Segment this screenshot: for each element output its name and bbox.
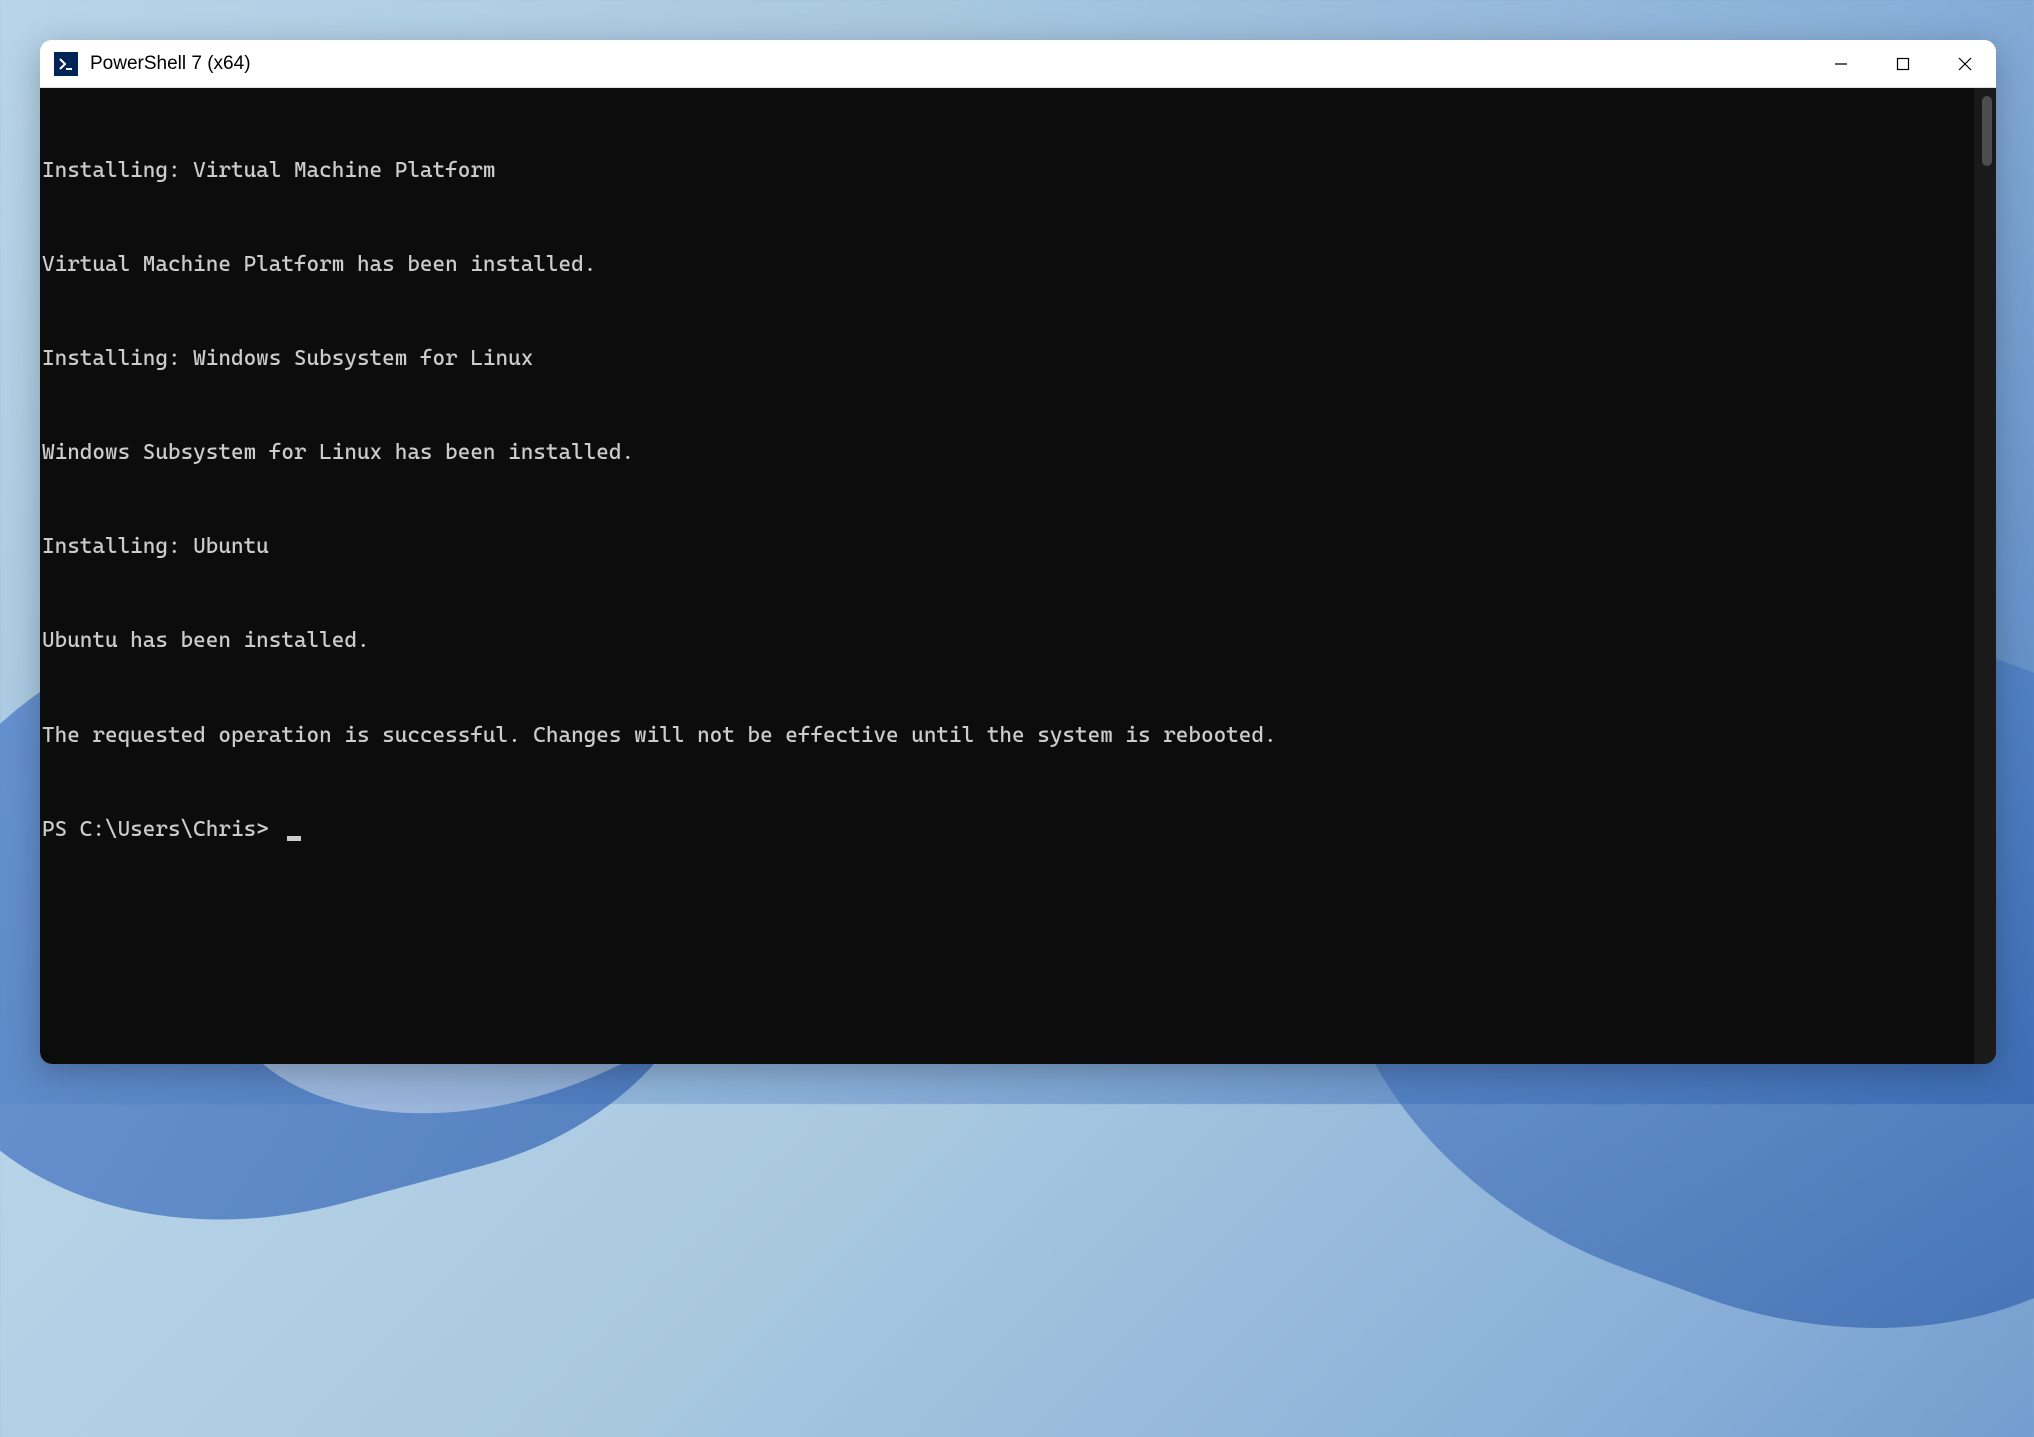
close-icon (1958, 57, 1972, 71)
window-titlebar[interactable]: PowerShell 7 (x64) (40, 40, 1996, 88)
titlebar-left: PowerShell 7 (x64) (54, 52, 251, 76)
minimize-button[interactable] (1810, 40, 1872, 87)
terminal-line: Windows Subsystem for Linux has been ins… (42, 437, 1994, 468)
window-title: PowerShell 7 (x64) (90, 53, 251, 75)
terminal-prompt: PS C:\Users\Chris> (42, 814, 281, 845)
close-button[interactable] (1934, 40, 1996, 87)
powershell-icon (54, 52, 78, 76)
terminal-cursor (287, 836, 301, 841)
window-controls (1810, 40, 1996, 87)
terminal-line: Installing: Windows Subsystem for Linux (42, 343, 1994, 374)
terminal-prompt-line: PS C:\Users\Chris> (42, 814, 1994, 845)
minimize-icon (1834, 57, 1848, 71)
terminal-line: Ubuntu has been installed. (42, 625, 1994, 656)
maximize-button[interactable] (1872, 40, 1934, 87)
terminal-line: Installing: Virtual Machine Platform (42, 155, 1994, 186)
terminal-line: Installing: Ubuntu (42, 531, 1994, 562)
powershell-window: PowerShell 7 (x64) Installing: V (40, 40, 1996, 1064)
terminal-line: Virtual Machine Platform has been instal… (42, 249, 1994, 280)
scrollbar-thumb[interactable] (1982, 96, 1992, 166)
terminal-scrollbar[interactable] (1974, 88, 1996, 1064)
maximize-icon (1896, 57, 1910, 71)
terminal-line: The requested operation is successful. C… (42, 720, 1994, 751)
terminal-content[interactable]: Installing: Virtual Machine Platform Vir… (40, 88, 1996, 1064)
